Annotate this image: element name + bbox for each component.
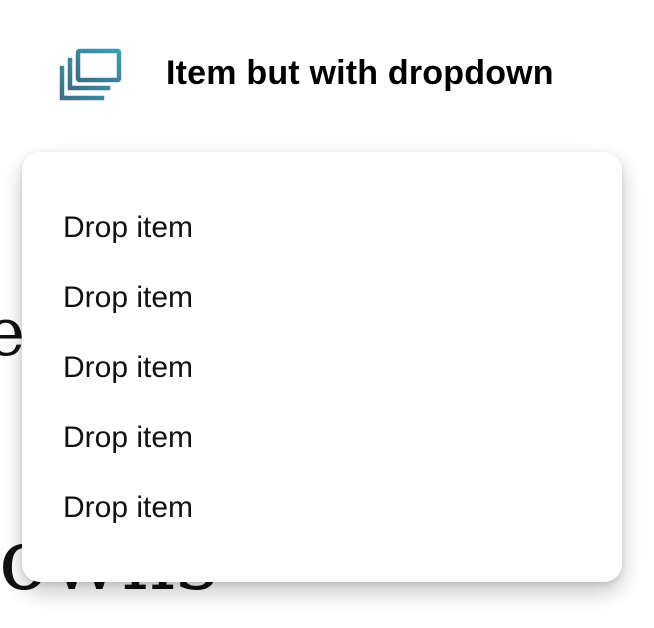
dropdown-item[interactable]: Drop item <box>22 208 622 278</box>
dropdown-menu: Drop item Drop item Drop item Drop item … <box>22 152 622 582</box>
nav-item-label: Item but with dropdown <box>166 53 554 92</box>
dropdown-list: Drop item Drop item Drop item Drop item … <box>22 208 622 558</box>
page: e lowns Item but with dropdown Drop item… <box>0 0 654 628</box>
dropdown-item[interactable]: Drop item <box>22 418 622 488</box>
nav-item-with-dropdown[interactable]: Item but with dropdown <box>56 42 554 104</box>
dropdown-item[interactable]: Drop item <box>22 348 622 418</box>
dropdown-item[interactable]: Drop item <box>22 488 622 558</box>
stacked-windows-icon <box>59 48 122 101</box>
dropdown-item[interactable]: Drop item <box>22 278 622 348</box>
